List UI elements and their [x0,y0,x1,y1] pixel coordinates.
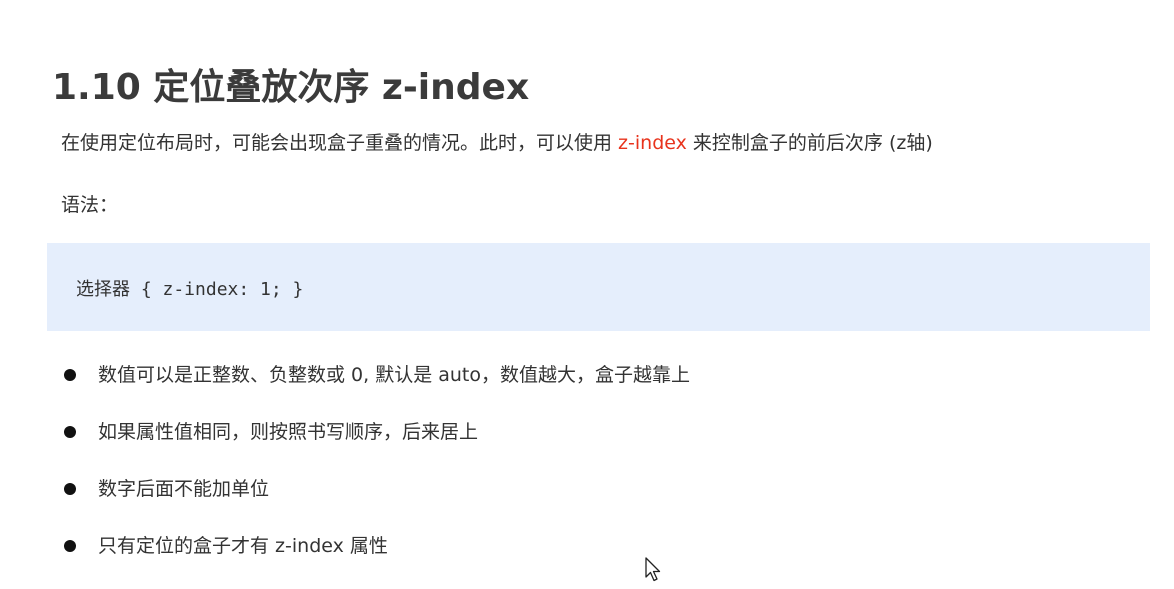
list-item: 只有定位的盒子才有 z-index 属性 [64,531,690,588]
page-title: 1.10 定位叠放次序 z-index [52,67,530,109]
bullet-icon [64,483,76,495]
list-item: 数值可以是正整数、负整数或 0, 默认是 auto，数值越大，盒子越靠上 [64,360,690,417]
bullet-icon [64,426,76,438]
list-item: 数字后面不能加单位 [64,474,690,531]
z-index-keyword: z-index [618,132,687,154]
bullet-icon [64,369,76,381]
bullet-icon [64,540,76,552]
bullet-list: 数值可以是正整数、负整数或 0, 默认是 auto，数值越大，盒子越靠上 如果属… [64,360,690,588]
mouse-pointer-icon [645,557,661,582]
list-item-text: 只有定位的盒子才有 z-index 属性 [98,535,388,557]
code-snippet: 选择器 { z-index: 1; } [76,279,304,300]
syntax-label: 语法： [61,194,119,216]
list-item-text: 数字后面不能加单位 [98,478,270,500]
intro-text-after: 来控制盒子的前后次序 (z轴) [686,132,933,154]
list-item: 如果属性值相同，则按照书写顺序，后来居上 [64,417,690,474]
code-block: 选择器 { z-index: 1; } [47,243,1150,331]
list-item-text: 如果属性值相同，则按照书写顺序，后来居上 [98,421,479,443]
intro-paragraph: 在使用定位布局时，可能会出现盒子重叠的情况。此时，可以使用 z-index 来控… [61,128,933,155]
list-item-text: 数值可以是正整数、负整数或 0, 默认是 auto，数值越大，盒子越靠上 [98,364,691,386]
intro-text-before: 在使用定位布局时，可能会出现盒子重叠的情况。此时，可以使用 [61,132,619,154]
